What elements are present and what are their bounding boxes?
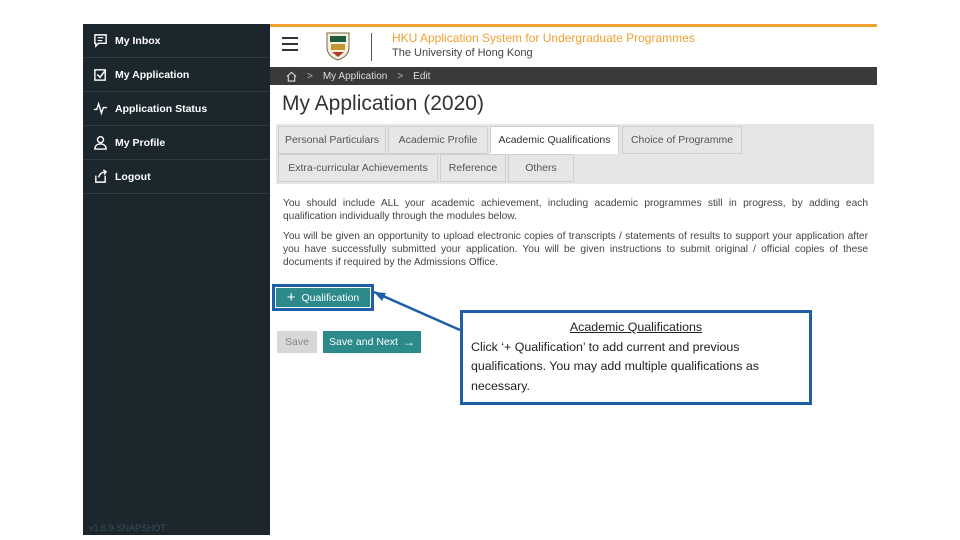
page-title: My Application (2020) bbox=[282, 92, 484, 115]
sidebar-item-label: My Application bbox=[115, 68, 190, 81]
logout-icon bbox=[95, 169, 108, 183]
breadcrumb-edit: Edit bbox=[413, 70, 431, 82]
tab-academic-qualifications[interactable]: Academic Qualifications bbox=[490, 126, 619, 154]
hamburger-menu-icon[interactable] bbox=[282, 37, 298, 51]
save-and-next-label: Save and Next bbox=[329, 336, 398, 348]
tab-bar: Personal Particulars Academic Profile Ac… bbox=[276, 124, 874, 184]
tab-extra-curricular-achievements[interactable]: Extra-curricular Achievements bbox=[278, 154, 438, 182]
breadcrumb-my-application[interactable]: My Application bbox=[323, 71, 387, 82]
instruction-paragraph-2: You will be given an opportunity to uplo… bbox=[283, 231, 868, 268]
add-qualification-button-inner: + Qualification bbox=[276, 288, 370, 307]
plus-icon: + bbox=[286, 289, 296, 306]
add-qualification-button[interactable]: + Qualification bbox=[272, 284, 374, 311]
sidebar-item-my-application[interactable]: My Application bbox=[83, 58, 270, 92]
tab-others[interactable]: Others bbox=[508, 154, 574, 182]
add-qualification-label: Qualification bbox=[301, 291, 360, 304]
version-label: v1.6.9-SNAPSHOT bbox=[89, 523, 167, 533]
breadcrumb: > My Application > Edit bbox=[270, 67, 877, 85]
sidebar-item-label: My Profile bbox=[115, 136, 166, 149]
save-and-next-button[interactable]: Save and Next → bbox=[323, 331, 421, 353]
header-divider bbox=[371, 33, 372, 61]
sidebar-item-label: My Inbox bbox=[115, 34, 161, 47]
callout-title: Academic Qualifications bbox=[569, 320, 703, 334]
tab-academic-profile[interactable]: Academic Profile bbox=[388, 126, 488, 154]
chevron-right-icon: > bbox=[397, 70, 404, 82]
sidebar-item-my-inbox[interactable]: My Inbox bbox=[83, 24, 270, 58]
checkbox-icon bbox=[94, 69, 107, 81]
sidebar-item-my-profile[interactable]: My Profile bbox=[83, 126, 270, 160]
tab-personal-particulars[interactable]: Personal Particulars bbox=[278, 126, 386, 154]
sidebar-item-label: Logout bbox=[115, 170, 151, 183]
sidebar-item-label: Application Status bbox=[115, 102, 208, 115]
sidebar-item-logout[interactable]: Logout bbox=[83, 160, 270, 194]
university-name: The University of Hong Kong bbox=[392, 47, 533, 59]
sidebar: My Inbox My Application Application Stat… bbox=[83, 24, 270, 535]
sidebar-item-application-status[interactable]: Application Status bbox=[83, 92, 270, 126]
university-crest-icon bbox=[326, 32, 350, 61]
pulse-icon bbox=[93, 101, 108, 116]
app-title: HKU Application System for Undergraduate… bbox=[392, 31, 695, 45]
home-icon[interactable] bbox=[286, 71, 297, 82]
user-icon bbox=[94, 135, 107, 150]
chat-icon bbox=[94, 34, 107, 48]
instruction-paragraph-1: You should include ALL your academic ach… bbox=[283, 198, 868, 222]
callout-body: Click ‘+ Qualification’ to add current a… bbox=[471, 339, 759, 393]
arrow-right-icon: → bbox=[402, 335, 415, 349]
app-header: HKU Application System for Undergraduate… bbox=[270, 24, 877, 67]
chevron-right-icon: > bbox=[307, 70, 313, 82]
tab-choice-of-programme[interactable]: Choice of Programme bbox=[622, 126, 742, 154]
tab-reference[interactable]: Reference bbox=[440, 154, 506, 182]
save-button[interactable]: Save bbox=[277, 331, 317, 353]
instruction-callout: Academic Qualifications Click ‘+ Qualifi… bbox=[460, 310, 812, 405]
